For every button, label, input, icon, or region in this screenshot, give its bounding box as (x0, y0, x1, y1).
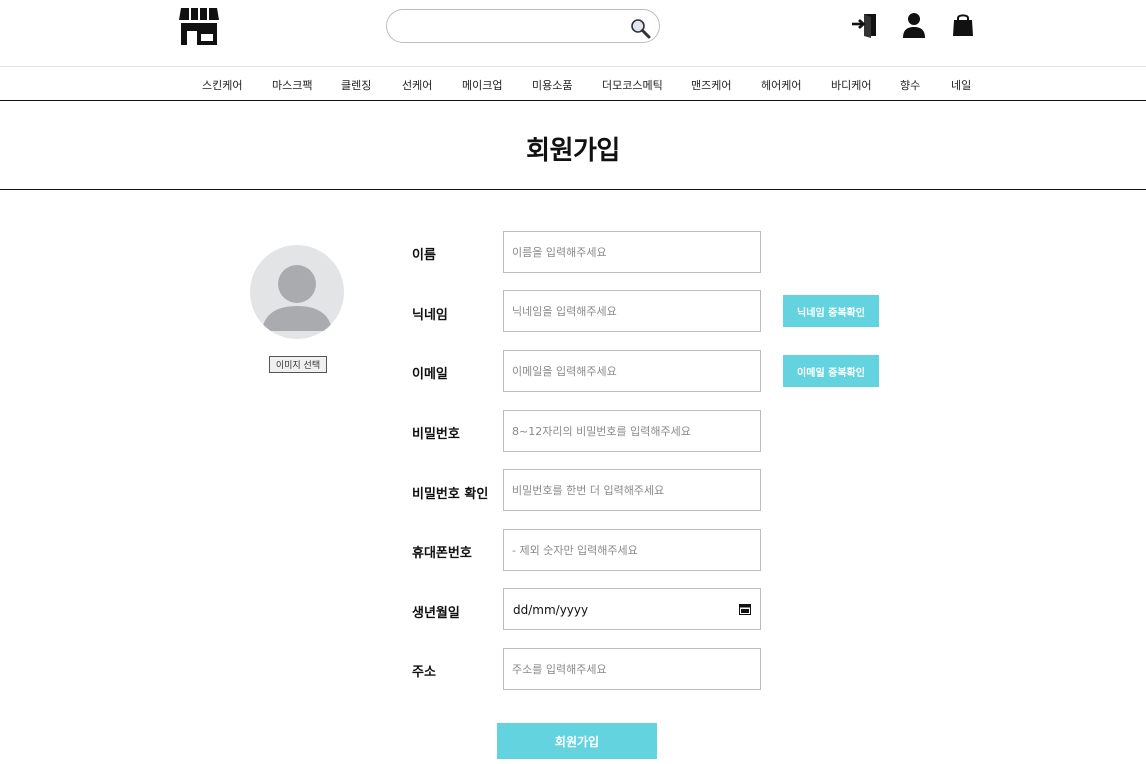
title-section: 회원가입 (0, 101, 1146, 190)
password-confirm-label: 비밀번호 확인 (412, 487, 489, 502)
search-bar (386, 9, 660, 43)
phone-label: 휴대폰번호 (412, 546, 472, 561)
birth-date-value: dd/mm/yyyy (513, 603, 589, 617)
store-icon[interactable] (178, 6, 220, 46)
address-input[interactable] (503, 648, 761, 690)
email-check-button[interactable]: 이메일 중복확인 (783, 355, 879, 387)
nav-item-skincare[interactable]: 스킨케어 (202, 77, 242, 93)
nav-item-makeup[interactable]: 메이크업 (462, 77, 502, 93)
calendar-icon[interactable] (739, 603, 751, 615)
nickname-input[interactable] (503, 290, 761, 332)
signup-submit-button[interactable]: 회원가입 (497, 723, 657, 759)
birth-label: 생년월일 (412, 606, 460, 621)
search-input[interactable] (401, 16, 621, 36)
nickname-check-button[interactable]: 닉네임 중복확인 (783, 295, 879, 327)
nav-item-bodycare[interactable]: 바디케어 (831, 77, 871, 93)
search-icon[interactable] (629, 17, 651, 39)
phone-input[interactable] (503, 529, 761, 571)
password-label: 비밀번호 (412, 427, 460, 442)
login-icon[interactable] (851, 11, 879, 39)
nav-item-perfume[interactable]: 향수 (900, 77, 920, 93)
profile-avatar (250, 245, 344, 339)
nav-item-cleansing[interactable]: 클렌징 (341, 77, 371, 93)
nav-item-dermocosmetic[interactable]: 더모코스메틱 (602, 77, 663, 93)
category-nav: 스킨케어 마스크팩 클렌징 선케어 메이크업 미용소품 더모코스메틱 맨즈케어 … (0, 67, 1146, 101)
shopping-bag-icon[interactable] (949, 11, 977, 39)
nav-item-suncare[interactable]: 선케어 (402, 77, 432, 93)
email-label: 이메일 (412, 367, 448, 382)
nav-item-nail[interactable]: 네일 (951, 77, 971, 93)
nav-item-haircare[interactable]: 헤어케어 (761, 77, 801, 93)
password-input[interactable] (503, 410, 761, 452)
name-label: 이름 (412, 248, 436, 263)
password-confirm-input[interactable] (503, 469, 761, 511)
site-header (0, 0, 1146, 67)
nav-item-beauty-tools[interactable]: 미용소품 (532, 77, 572, 93)
nav-item-menscare[interactable]: 맨즈케어 (691, 77, 731, 93)
nickname-label: 닉네임 (412, 308, 448, 323)
user-icon[interactable] (900, 11, 928, 39)
page-title: 회원가입 (526, 136, 620, 166)
nav-item-maskpack[interactable]: 마스크팩 (272, 77, 312, 93)
image-select-button[interactable]: 이미지 선택 (269, 356, 327, 373)
user-avatar-icon (262, 265, 332, 331)
address-label: 주소 (412, 665, 436, 680)
name-input[interactable] (503, 231, 761, 273)
email-input[interactable] (503, 350, 761, 392)
birth-date-input[interactable]: dd/mm/yyyy (503, 588, 761, 630)
